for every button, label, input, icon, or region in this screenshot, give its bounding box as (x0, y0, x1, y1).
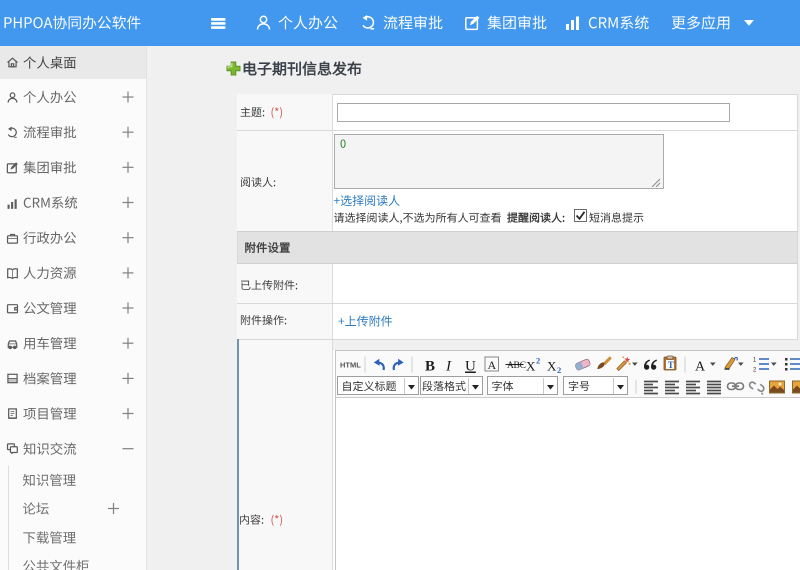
svg-text:2: 2 (557, 365, 561, 375)
svg-text:HTML: HTML (340, 361, 361, 370)
svg-text:I: I (445, 359, 452, 375)
svg-text:2: 2 (753, 368, 757, 374)
svg-text:2: 2 (536, 356, 540, 366)
svg-text:A: A (488, 358, 497, 372)
svg-text:A: A (695, 360, 706, 375)
svg-text:X: X (547, 359, 557, 374)
svg-text:ABC: ABC (507, 361, 526, 371)
svg-text:B: B (425, 359, 435, 375)
svg-text:T: T (668, 360, 674, 370)
svg-text:1: 1 (753, 358, 757, 364)
svg-text:X: X (526, 359, 536, 374)
svg-text:U: U (465, 359, 476, 375)
